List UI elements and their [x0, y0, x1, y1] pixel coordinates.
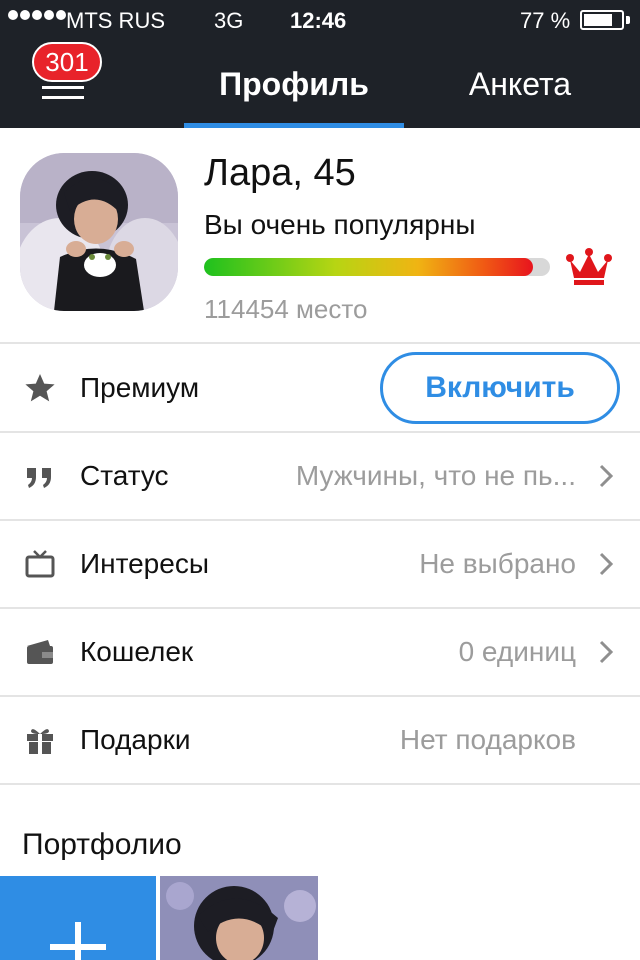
row-value: Не выбрано [419, 548, 576, 579]
popularity-text: Вы очень популярны [204, 209, 476, 240]
crown-icon [566, 248, 612, 285]
top-header: MTS RUS 3G 12:46 77 % 301 Профиль Анкета [0, 0, 640, 128]
notification-badge: 301 [32, 42, 102, 82]
quote-icon [27, 468, 51, 488]
row-interests[interactable]: Интересы Не выбрано [0, 520, 640, 608]
chevron-right-icon [599, 464, 614, 488]
row-value: 0 единиц [458, 636, 576, 667]
gift-icon [27, 729, 53, 754]
row-label: Кошелек [80, 636, 194, 667]
status-bar: MTS RUS 3G 12:46 77 % [0, 0, 640, 40]
rank-text: 114454 место [204, 294, 368, 324]
row-value: Нет подарков [399, 724, 576, 755]
star-icon [25, 374, 55, 402]
portfolio-photo[interactable] [160, 876, 318, 960]
wallet-icon [27, 640, 53, 664]
tab-anketa[interactable]: Анкета [420, 66, 620, 128]
portfolio-title: Портфолио [22, 828, 182, 861]
tv-icon [25, 550, 55, 578]
row-label: Интересы [80, 548, 209, 579]
profile-name-age: Лара, 45 [204, 152, 356, 194]
active-tab-indicator [184, 123, 404, 128]
chevron-right-icon [599, 552, 614, 576]
row-gifts[interactable]: Подарки Нет подарков [0, 696, 640, 784]
clock: 12:46 [290, 8, 347, 33]
signal-strength-icon [8, 10, 66, 20]
row-value: Мужчины, что не пь... [295, 460, 576, 491]
avatar[interactable] [20, 153, 178, 311]
battery-percent: 77 % [520, 8, 571, 33]
popularity-bar [204, 258, 550, 276]
chevron-right-icon [599, 640, 614, 664]
row-status[interactable]: Статус Мужчины, что не пь... [0, 432, 640, 520]
row-label: Подарки [80, 724, 191, 755]
row-label: Премиум [80, 372, 200, 403]
tab-profile[interactable]: Профиль [184, 66, 404, 128]
row-wallet[interactable]: Кошелек 0 единиц [0, 608, 640, 696]
row-label: Статус [80, 460, 169, 491]
battery-tip [626, 16, 630, 24]
network-type: 3G [214, 8, 244, 33]
add-photo-button[interactable] [0, 876, 156, 960]
popularity-bar-fill [204, 258, 533, 276]
enable-premium-button[interactable]: Включить [380, 352, 620, 424]
carrier-name: MTS RUS [66, 8, 165, 33]
divider [0, 783, 640, 785]
battery-icon [580, 10, 624, 30]
